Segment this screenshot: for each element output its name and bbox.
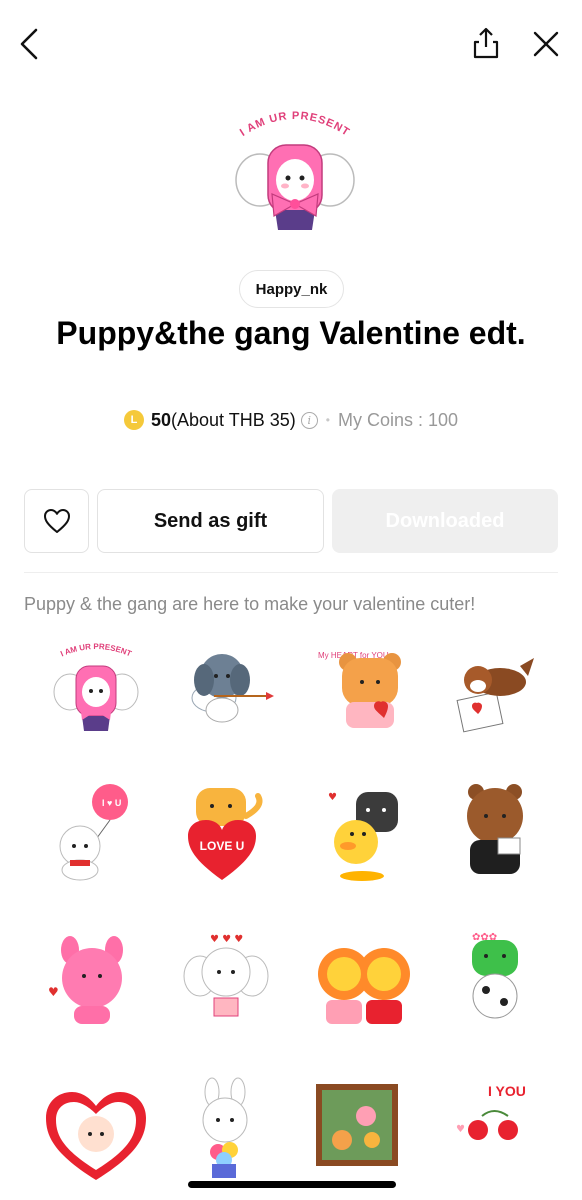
svg-text:♥: ♥	[456, 1124, 465, 1135]
sticker-frog-dalmatian[interactable]: ✿✿✿	[442, 926, 554, 1038]
divider	[24, 572, 558, 573]
sticker-poodle-balloon[interactable]: I ♥ U	[40, 776, 152, 888]
sticker-caption: I AM UR PRESENT	[59, 642, 133, 658]
sticker-bear-suit[interactable]	[442, 776, 554, 888]
svg-text:♥: ♥	[328, 792, 337, 803]
close-icon[interactable]	[530, 28, 562, 60]
sticker-heart-frame-girl[interactable]	[40, 1076, 152, 1188]
heart-outline-icon	[43, 509, 70, 533]
send-as-gift-button[interactable]: Send as gift	[97, 489, 324, 553]
price-row: L 50 (About THB 35) i • My Coins : 100	[0, 406, 582, 434]
sticker-lion-couple[interactable]	[308, 926, 420, 1038]
sticker-framed-picture[interactable]	[308, 1076, 420, 1188]
separator-dot: •	[325, 413, 330, 427]
sticker-cupid-dog[interactable]	[174, 636, 286, 748]
svg-text:♥: ♥	[48, 985, 59, 999]
downloaded-button: Downloaded	[332, 489, 558, 553]
sticker-duck-cat[interactable]: ♥	[308, 776, 420, 888]
svg-text:I AM UR PRESENT: I AM UR PRESENT	[59, 642, 133, 658]
svg-text:♥ ♥ ♥: ♥ ♥ ♥	[210, 934, 243, 945]
sticker-bunny-bouquet[interactable]	[174, 1076, 286, 1188]
sticker-i-cherry-you[interactable]: I YOU ♥	[442, 1076, 554, 1188]
sticker-tiger-love-u[interactable]: LOVE U	[174, 776, 286, 888]
share-icon[interactable]	[470, 26, 502, 60]
sticker-present-girl[interactable]: I AM UR PRESENT	[40, 636, 152, 748]
coin-icon: L	[123, 410, 144, 430]
page-title: Puppy&the gang Valentine edt.	[56, 315, 526, 351]
top-bar	[0, 0, 582, 90]
sticker-pink-bunny[interactable]: ♥	[40, 926, 152, 1038]
home-indicator[interactable]	[188, 1181, 396, 1188]
info-icon[interactable]: i	[300, 411, 318, 429]
chevron-left-icon[interactable]	[14, 26, 46, 62]
favorite-button[interactable]	[24, 489, 89, 553]
sticker-caption: I ♥ U	[102, 798, 121, 808]
author-button[interactable]: Happy_nk	[239, 270, 344, 308]
sticker-caption: LOVE U	[200, 839, 245, 853]
sticker-poodle-gift[interactable]: ♥ ♥ ♥	[174, 926, 286, 1038]
hero-caption: I AM UR PRESENT	[238, 110, 351, 139]
my-coins-label: My Coins : 100	[337, 409, 459, 430]
sticker-dog-letter[interactable]	[442, 636, 554, 748]
sticker-caption: I YOU	[488, 1083, 526, 1099]
price-value: 50	[150, 409, 172, 430]
svg-text:✿✿✿: ✿✿✿	[472, 932, 497, 943]
action-buttons: Send as gift Downloaded	[24, 489, 558, 553]
svg-text:I AM UR PRESENT: I AM UR PRESENT	[238, 110, 352, 139]
hero-sticker-image: I AM UR PRESENT	[235, 110, 355, 230]
description: Puppy & the gang are here to make your v…	[24, 594, 476, 614]
sticker-bear-my-heart[interactable]: My HEART for YOU	[308, 636, 420, 748]
price-note: (About THB 35)	[171, 409, 296, 430]
